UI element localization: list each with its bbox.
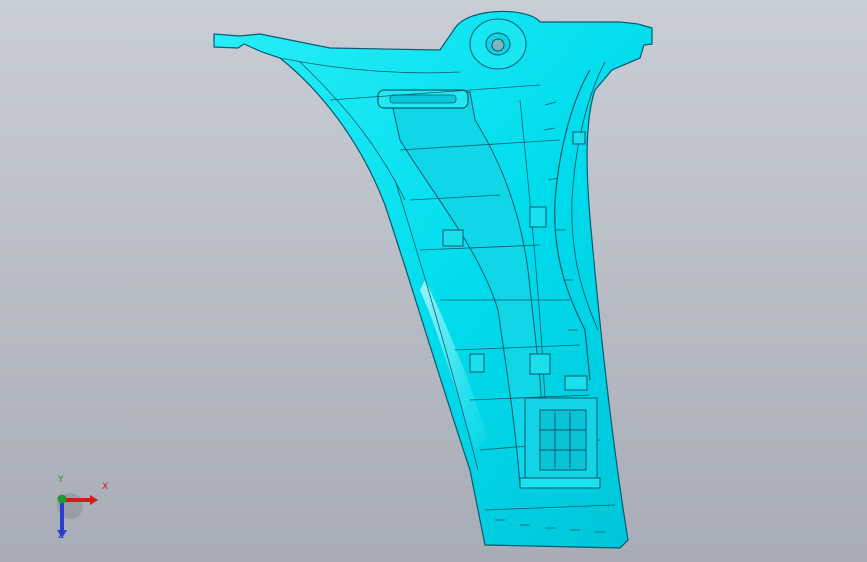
x-axis-label: X (102, 482, 109, 492)
y-axis-label: Y (58, 475, 64, 485)
z-axis-label: Z (58, 531, 65, 541)
connector-housing (519, 397, 601, 489)
coordinate-triad: X Y Z (40, 475, 120, 548)
graphics-viewport[interactable]: X Y Z (0, 0, 867, 562)
mounting-boss (469, 18, 527, 70)
cad-part-model[interactable] (0, 0, 867, 562)
